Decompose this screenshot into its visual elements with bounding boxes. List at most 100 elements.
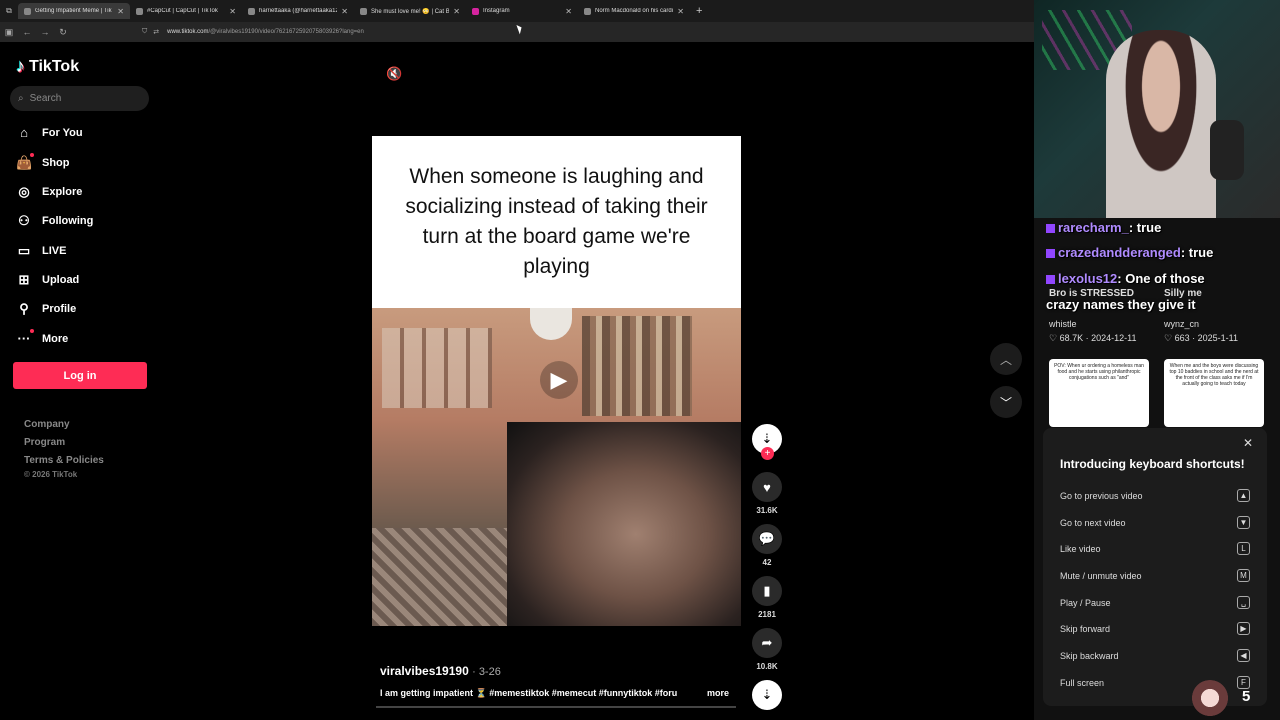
follow-plus-icon[interactable]: + [761, 447, 774, 460]
card-author[interactable]: wynz_cn [1164, 319, 1199, 329]
sidebar-toggle-icon[interactable]: ▣ [0, 27, 18, 38]
streamer [1106, 30, 1216, 218]
forward-button[interactable]: → [36, 27, 54, 37]
share-icon: ➦ [752, 628, 782, 658]
close-tab-icon[interactable]: ✕ [677, 7, 684, 16]
shortcut-label: Skip forward [1060, 623, 1111, 634]
next-video-button[interactable]: ﹀ [990, 386, 1022, 418]
chevron-up-icon: ︿ [999, 352, 1012, 367]
save-button[interactable]: ▮ 2181 [752, 576, 782, 619]
like-button[interactable]: ♥ 31.6K [752, 472, 782, 515]
lamp [530, 308, 572, 340]
card-stats: ♡ 663 · 2025-1-11 [1164, 333, 1238, 343]
following-icon: ⚇ [18, 213, 30, 228]
close-tab-icon[interactable]: ✕ [229, 7, 236, 16]
profile-icon: ⚲ [19, 301, 29, 316]
url-field[interactable]: www.tiktok.com/@viralvibes19190/video/76… [167, 29, 364, 35]
notification-dot [30, 153, 34, 157]
tiktok-favicon-icon [360, 7, 367, 15]
video-thumbnail[interactable]: When me and the boys were discussing top… [1164, 359, 1264, 427]
shortcut-label: Mute / unmute video [1060, 570, 1142, 581]
search-input[interactable]: ⌕ Search [10, 86, 149, 111]
card-author[interactable]: whistle [1049, 319, 1077, 329]
nav-upload[interactable]: ⊞ Upload [16, 272, 80, 288]
tab-label: Instagram [483, 8, 510, 14]
nav-label: Explore [42, 186, 83, 198]
author-name[interactable]: viralvibes19190 [380, 664, 469, 678]
tiktok-note-icon: ♪ [16, 56, 25, 76]
nav-explore[interactable]: ◎ Explore [16, 184, 82, 200]
play-icon[interactable]: ▶ [540, 361, 578, 399]
rug [372, 528, 522, 626]
shortcut-row: Skip forward ▶ [1060, 622, 1250, 635]
more-button[interactable]: more [707, 688, 729, 698]
author-avatar[interactable]: ⇣ + [752, 424, 782, 460]
sub-badge-icon [1046, 224, 1055, 234]
footer-link-program[interactable]: Program [24, 434, 104, 452]
close-tab-icon[interactable]: ✕ [117, 7, 124, 16]
chat-text: : One of those [1117, 271, 1205, 286]
browser-tab[interactable]: Norm Macdonald on his cardio ✕ [578, 3, 690, 19]
video-frame [372, 308, 741, 626]
shortcut-row: Mute / unmute video M [1060, 569, 1250, 582]
window-menu-icon[interactable]: ⧉ [0, 6, 18, 16]
nav-following[interactable]: ⚇ Following [16, 213, 93, 229]
tab-label: #CapCut | CapCut | TikTok [147, 8, 218, 14]
tab-label: Getting Impatient Meme | TikTok [35, 8, 114, 14]
url-host: www.tiktok.com [167, 29, 209, 35]
copyright: © 2026 TikTok [24, 470, 78, 479]
tab-label: Norm Macdonald on his cardio [595, 8, 674, 14]
chevron-down-icon: ﹀ [999, 395, 1012, 410]
nav-more[interactable]: ··· More [16, 329, 68, 346]
close-tab-icon[interactable]: ✕ [453, 7, 460, 16]
share-button[interactable]: ➦ 10.8K [752, 628, 782, 671]
close-icon[interactable]: ✕ [1243, 436, 1253, 450]
browser-tab[interactable]: She must love me! 😳 | Cat Bait ✕ [354, 3, 466, 19]
share-count: 10.8K [756, 662, 778, 671]
back-button[interactable]: ← [18, 27, 36, 37]
chat-user: rarecharm_ [1058, 220, 1129, 235]
microphone [1210, 120, 1244, 180]
shortcut-row: Play / Pause ␣ [1060, 596, 1250, 609]
nav-live[interactable]: ▭ LIVE [16, 243, 67, 259]
close-tab-icon[interactable]: ✕ [565, 7, 572, 16]
previous-video-button[interactable]: ︿ [990, 343, 1022, 375]
new-tab-button[interactable]: + [696, 5, 702, 17]
shortcut-row: Skip backward ◀ [1060, 649, 1250, 662]
dialog-title: Introducing keyboard shortcuts! [1060, 457, 1245, 471]
browser-tab[interactable]: harriettaaka (@harriettaaka129) ✕ [242, 3, 354, 19]
card-stats: ♡ 68.7K · 2024-12-11 [1049, 333, 1137, 343]
nav-label: Upload [42, 274, 80, 286]
browser-tab[interactable]: Instagram ✕ [466, 3, 578, 19]
comment-button[interactable]: 💬 42 [752, 524, 782, 567]
browser-tab[interactable]: Getting Impatient Meme | TikTok ✕ [18, 3, 130, 19]
nav-for-you[interactable]: ⌂ For You [16, 125, 82, 140]
chat-text: : true [1180, 245, 1214, 260]
footer-link-terms[interactable]: Terms & Policies [24, 452, 104, 470]
compass-icon: ◎ [18, 184, 30, 199]
site-info-icons[interactable]: ⛉ ⇄ [142, 28, 159, 36]
nav-shop[interactable]: 👜 Shop [16, 153, 70, 171]
card-date: 2025-1-11 [1197, 333, 1238, 343]
comment-count: 42 [762, 558, 772, 567]
footer-link-company[interactable]: Company [24, 416, 104, 434]
muted-speaker-icon[interactable]: 🔇 [386, 66, 402, 82]
music-disc[interactable]: ⇣ [752, 680, 782, 710]
video-thumbnail[interactable]: POV: When ur ordering a homeless man foo… [1049, 359, 1149, 427]
bookshelf [582, 316, 692, 416]
reload-button[interactable]: ↻ [54, 27, 72, 38]
tiktok-logo[interactable]: ♪ TikTok [16, 56, 79, 77]
shortcut-label: Play / Pause [1060, 597, 1111, 608]
browser-tab[interactable]: #CapCut | CapCut | TikTok ✕ [130, 3, 242, 19]
chat-user: crazedandderanged [1058, 245, 1181, 260]
nav-label: Profile [42, 303, 77, 315]
tiktok-favicon-icon [24, 7, 31, 15]
l-key-icon: L [1237, 542, 1250, 555]
video-progress-bar[interactable] [376, 706, 736, 708]
tiktok-favicon-icon [584, 7, 591, 15]
card-likes: 68.7K [1059, 333, 1084, 343]
login-button[interactable]: Log in [13, 362, 147, 389]
close-tab-icon[interactable]: ✕ [341, 7, 348, 16]
video-author[interactable]: viralvibes19190 · 3-26 [380, 664, 501, 678]
nav-profile[interactable]: ⚲ Profile [16, 301, 76, 317]
